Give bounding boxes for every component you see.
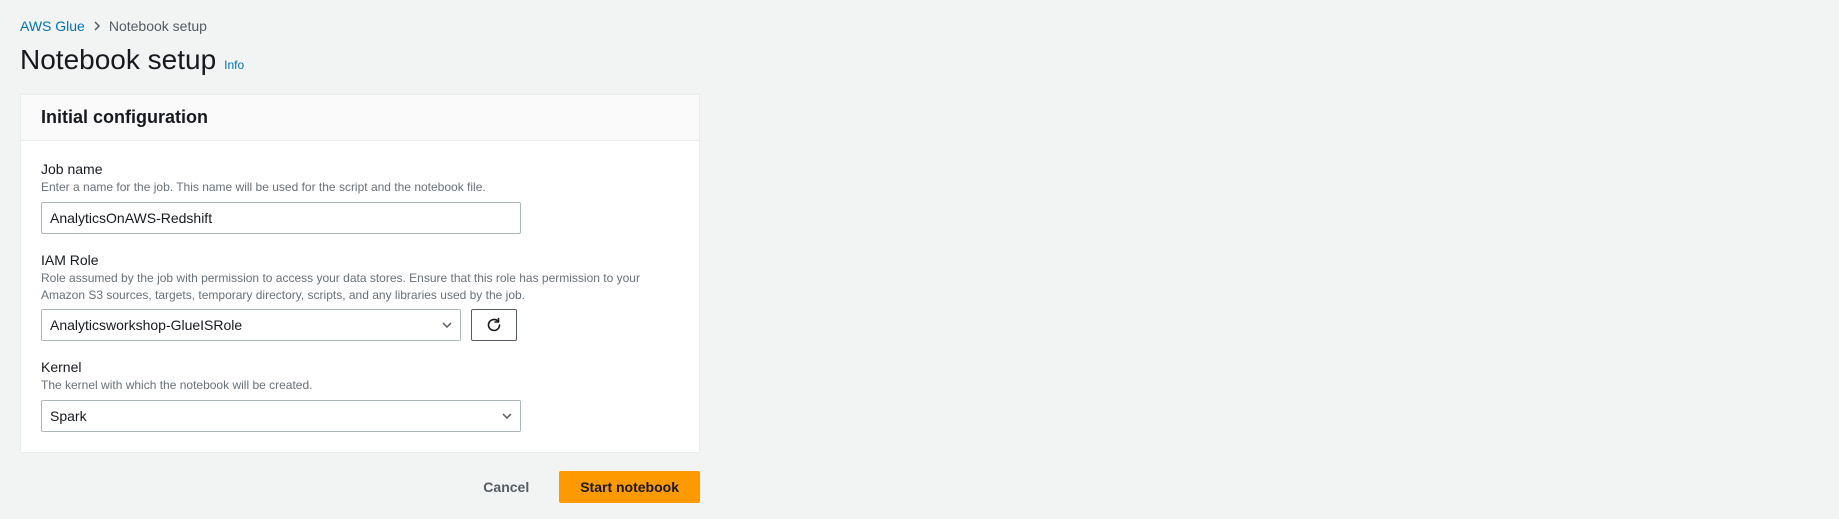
- job-name-hint: Enter a name for the job. This name will…: [41, 179, 679, 196]
- start-notebook-button[interactable]: Start notebook: [559, 471, 700, 503]
- iam-role-hint: Role assumed by the job with permission …: [41, 270, 679, 304]
- iam-role-label: IAM Role: [41, 252, 679, 268]
- initial-configuration-panel: Initial configuration Job name Enter a n…: [20, 94, 700, 453]
- info-link[interactable]: Info: [224, 58, 244, 72]
- caret-down-icon: [442, 322, 452, 328]
- panel-title: Initial configuration: [21, 95, 699, 141]
- chevron-right-icon: [93, 18, 101, 34]
- page-title: Notebook setup: [20, 44, 216, 76]
- breadcrumb-current: Notebook setup: [109, 18, 207, 34]
- cancel-button[interactable]: Cancel: [463, 471, 549, 503]
- refresh-icon: [486, 317, 502, 333]
- kernel-group: Kernel The kernel with which the noteboo…: [41, 359, 679, 432]
- iam-role-group: IAM Role Role assumed by the job with pe…: [41, 252, 679, 342]
- kernel-hint: The kernel with which the notebook will …: [41, 377, 679, 394]
- iam-role-select[interactable]: Analyticsworkshop-GlueISRole: [41, 309, 461, 341]
- caret-down-icon: [502, 413, 512, 419]
- kernel-value: Spark: [50, 408, 87, 424]
- job-name-label: Job name: [41, 161, 679, 177]
- kernel-select[interactable]: Spark: [41, 400, 521, 432]
- job-name-group: Job name Enter a name for the job. This …: [41, 161, 679, 234]
- refresh-button[interactable]: [471, 309, 517, 341]
- iam-role-value: Analyticsworkshop-GlueISRole: [50, 317, 242, 333]
- actions-row: Cancel Start notebook: [20, 471, 700, 503]
- breadcrumb: AWS Glue Notebook setup: [20, 18, 1819, 34]
- job-name-input[interactable]: [41, 202, 521, 234]
- breadcrumb-root-link[interactable]: AWS Glue: [20, 18, 85, 34]
- kernel-label: Kernel: [41, 359, 679, 375]
